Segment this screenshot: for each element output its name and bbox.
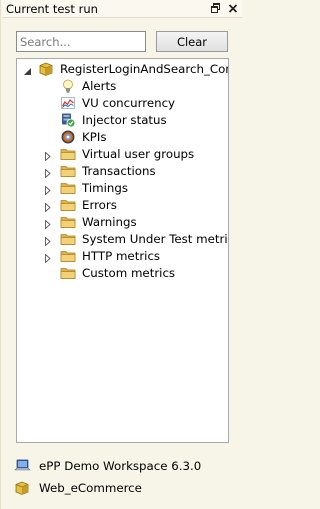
- expand-arrow-icon[interactable]: [45, 218, 51, 232]
- expand-arrow-icon[interactable]: [45, 150, 51, 164]
- tree-item-vu-concurrency[interactable]: VU concurrency: [17, 95, 228, 112]
- tree-group-label: HTTP metrics: [82, 249, 161, 263]
- tree-group-virtual-user-groups[interactable]: Virtual user groups: [17, 146, 228, 163]
- folder-icon: [60, 248, 76, 264]
- tree-group-timings[interactable]: Timings: [17, 180, 228, 197]
- package-icon: [14, 480, 30, 496]
- tree-group-label: System Under Test metrics: [82, 232, 229, 246]
- tree-group-label: Custom metrics: [82, 266, 176, 280]
- shield-check-icon: [60, 112, 76, 128]
- tree-group-http-metrics[interactable]: HTTP metrics: [17, 248, 228, 265]
- test-package-icon: [38, 61, 54, 77]
- folder-icon: [60, 146, 76, 162]
- test-run-tree[interactable]: RegisterLoginAndSearch_Comb Alerts VU co…: [16, 58, 229, 443]
- tree-item-alerts[interactable]: Alerts: [17, 78, 228, 95]
- tree-root-label: RegisterLoginAndSearch_Comb: [60, 62, 229, 76]
- test-run-panel: Current test run Clear: [0, 0, 242, 509]
- tree-group-label: Warnings: [82, 215, 137, 229]
- close-icon[interactable]: [227, 2, 239, 15]
- project-item[interactable]: Web_eCommerce: [14, 479, 229, 497]
- restore-icon[interactable]: [210, 2, 222, 15]
- expand-arrow-icon[interactable]: [45, 201, 51, 215]
- panel-titlebar: Current test run: [2, 0, 242, 18]
- folder-icon: [60, 231, 76, 247]
- tree-group-label: Virtual user groups: [82, 147, 195, 161]
- tree-group-custom-metrics[interactable]: Custom metrics: [17, 265, 228, 282]
- tree-item-label: VU concurrency: [82, 96, 176, 110]
- workspace-item[interactable]: ePP Demo Workspace 6.3.0: [14, 457, 229, 475]
- line-chart-icon: [60, 95, 76, 111]
- tree-group-label: Timings: [82, 181, 129, 195]
- tree-group-errors[interactable]: Errors: [17, 197, 228, 214]
- expand-arrow-icon[interactable]: [45, 167, 51, 181]
- folder-icon: [60, 197, 76, 213]
- folder-icon: [60, 265, 76, 281]
- search-input[interactable]: [16, 31, 146, 52]
- expand-arrow-icon[interactable]: [45, 235, 51, 249]
- folder-icon: [60, 163, 76, 179]
- tree-group-label: Errors: [82, 198, 117, 212]
- tree-item-kpis[interactable]: KPIs: [17, 129, 228, 146]
- tree-group-transactions[interactable]: Transactions: [17, 163, 228, 180]
- laptop-icon: [14, 458, 31, 474]
- tree-group-warnings[interactable]: Warnings: [17, 214, 228, 231]
- folder-icon: [60, 180, 76, 196]
- folder-icon: [60, 214, 76, 230]
- tree-item-label: Alerts: [82, 79, 117, 93]
- expand-arrow-icon[interactable]: [45, 252, 51, 266]
- panel-title: Current test run: [6, 2, 98, 16]
- workspace-label: ePP Demo Workspace 6.3.0: [39, 459, 202, 473]
- tree-item-label: Injector status: [82, 113, 167, 127]
- bulb-icon: [60, 78, 76, 94]
- target-icon: [60, 129, 76, 145]
- tree-item-injector-status[interactable]: Injector status: [17, 112, 228, 129]
- tree-group-system-under-test-metrics[interactable]: System Under Test metrics: [17, 231, 228, 248]
- clear-button[interactable]: Clear: [156, 31, 228, 52]
- expand-arrow-icon[interactable]: [45, 184, 51, 198]
- tree-group-label: Transactions: [82, 164, 156, 178]
- tree-root-item[interactable]: RegisterLoginAndSearch_Comb: [17, 61, 228, 78]
- tree-item-label: KPIs: [82, 130, 107, 144]
- project-label: Web_eCommerce: [39, 481, 142, 495]
